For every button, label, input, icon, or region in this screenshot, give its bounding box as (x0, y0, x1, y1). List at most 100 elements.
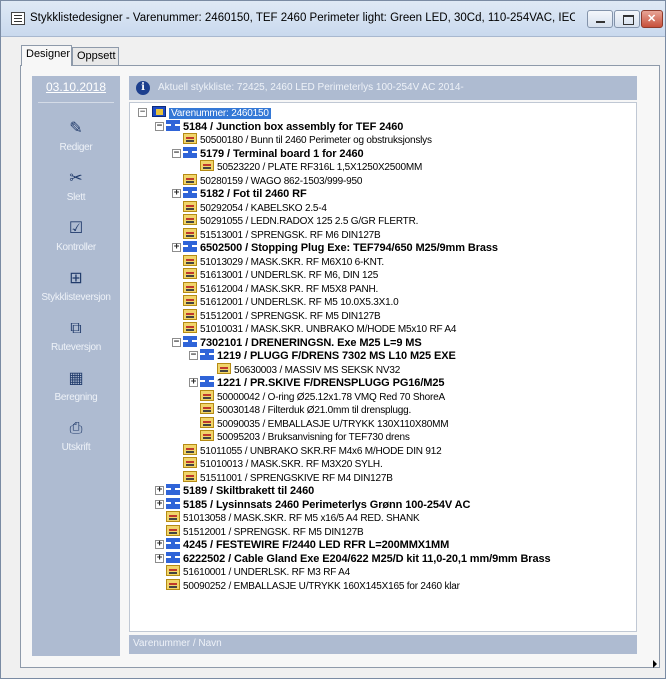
search-bar[interactable]: Varenummer / Navn (129, 635, 637, 654)
sidebar-item-label: Kontroller (56, 242, 96, 253)
tab-designer[interactable]: Designer (21, 45, 72, 66)
collapse-toggle[interactable]: − (138, 108, 147, 117)
close-button[interactable] (641, 10, 663, 28)
tree-row-label: 7302101 / DRENERINGSN. Exe M25 L=9 MS (200, 336, 422, 349)
tree-row-label: 51610001 / UNDERLSK. RF M3 RF A4 (183, 567, 351, 578)
designer-panel: 03.10.2018 ✎ Rediger ✂ Slett ☑ Kontrolle… (20, 65, 660, 668)
assembly-icon (183, 187, 197, 198)
tree-row-label: 4245 / FESTEWIRE F/2440 LED RFR L=200MMX… (183, 539, 450, 551)
search-label: Varenummer / Navn (133, 638, 222, 649)
sidebar-item-label: Ruteversjon (50, 342, 102, 353)
scroll-right-arrow[interactable] (653, 660, 657, 668)
part-icon (183, 443, 197, 455)
sidebar-item-ruteversjon[interactable]: ⧉ Ruteversjon (32, 320, 120, 364)
app-icon[interactable] (11, 12, 25, 25)
tree-row-label: 6502500 / Stopping Plug Exe: TEF794/650 … (200, 242, 498, 254)
tree-row-label: 50090252 / EMBALLASJE U/TRYKK 160X145X16… (183, 580, 460, 592)
tree-row-label: 51512001 / SPRENGSK. RF M5 DIN127B (200, 310, 381, 322)
sidebar-item-stykklisteversjon[interactable]: ⊞ Stykklisteversjon (32, 270, 120, 314)
info-icon: i (136, 81, 150, 95)
tree-row-label: 51612004 / MASK.SKR. RF M5X8 PANH. (200, 283, 379, 295)
part-icon (200, 160, 214, 171)
sidebar-item-kontroller[interactable]: ☑ Kontroller (32, 220, 120, 264)
sidebar-item-label: Beregning (54, 392, 98, 403)
expand-toggle[interactable]: + (172, 189, 181, 198)
delete-icon: ✂ (69, 170, 83, 187)
part-icon (183, 268, 197, 279)
maximize-button[interactable] (614, 10, 640, 28)
tree-row-label: 50090035 / EMBALLASJE U/TRYKK 130X110X80… (217, 418, 449, 430)
tree-row-label: 5179 / Terminal board 1 for 2460 (200, 147, 364, 160)
expand-toggle[interactable]: + (155, 486, 164, 495)
expand-toggle[interactable]: + (155, 499, 164, 509)
sidebar-item-label: Utskrift (61, 442, 91, 453)
tree-row-label: 50095203 / Bruksanvisning for TEF730 dre… (217, 432, 410, 443)
tree-row-label: 50280159 / WAGO 862-1503/999-950 (200, 175, 363, 187)
tree-row-label: 5184 / Junction box assembly for TEF 246… (183, 120, 404, 133)
assembly-icon (166, 551, 180, 563)
part-icon (200, 403, 214, 414)
tree-row-label: 5189 / Skiltbrakett til 2460 (183, 485, 315, 497)
part-icon (183, 214, 197, 225)
tree-row-label: 51011055 / UNBRAKO SKR.RF M4x6 M/HODE DI… (200, 445, 442, 457)
route-version-icon: ⧉ (70, 320, 82, 337)
expand-toggle[interactable]: + (172, 243, 181, 252)
root-item-icon (152, 106, 166, 117)
minimize-button[interactable] (587, 10, 613, 28)
assembly-icon (166, 484, 180, 495)
tree-row-label: 50292054 / KABELSKO 2.5-4 (200, 202, 327, 214)
tree-row-label: 1219 / PLUGG F/DRENS 7302 MS L10 M25 EXE (217, 350, 456, 362)
sidebar-item-utskrift[interactable]: ⎙ Utskrift (32, 420, 120, 464)
collapse-toggle[interactable]: − (189, 351, 198, 360)
current-bom-text: Aktuell stykkliste: 72425, 2460 LED Peri… (158, 82, 464, 93)
structure-version-icon: ⊞ (69, 270, 83, 287)
expand-toggle[interactable]: + (189, 378, 198, 387)
tree-row-label: 50630003 / MASSIV MS SEKSK NV32 (234, 364, 401, 376)
bom-tree[interactable]: − Varenummer: 2460150 − 5184 / Junction b… (129, 102, 637, 632)
sidebar-item-label: Stykklisteversjon (41, 292, 111, 303)
tab-oppsett[interactable]: Oppsett (72, 47, 119, 65)
part-icon (183, 457, 197, 468)
part-icon (183, 295, 197, 306)
sidebar-date-link[interactable]: 03.10.2018 (32, 80, 120, 94)
tree-row-label: 51013029 / MASK.SKR. RF M6X10 6-KNT. (200, 256, 384, 268)
window-title: Stykklistedesigner - Varenummer: 2460150… (30, 12, 575, 24)
calculator-icon: ▦ (68, 370, 84, 387)
part-icon (166, 511, 180, 522)
part-icon (166, 524, 180, 536)
part-icon (183, 470, 197, 482)
part-icon (183, 322, 197, 333)
tree-row-label: 51512001 / SPRENGSK. RF M5 DIN127B (183, 526, 364, 538)
collapse-toggle[interactable]: − (172, 337, 181, 347)
sidebar-item-rediger[interactable]: ✎ Rediger (32, 120, 120, 164)
part-icon (183, 281, 197, 293)
printer-icon: ⎙ (69, 420, 83, 437)
sidebar-divider (38, 102, 114, 103)
tree-row-label: 51010013 / MASK.SKR. RF M3X20 SYLH. (200, 459, 383, 470)
part-icon (200, 389, 214, 401)
sidebar-item-beregning[interactable]: ▦ Beregning (32, 370, 120, 414)
tree-row-label: 50291055 / LEDN.RADOX 125 2.5 G/GR FLERT… (200, 216, 419, 227)
part-icon (183, 308, 197, 320)
part-icon (166, 578, 180, 590)
assembly-icon (183, 241, 197, 252)
tree-row-label: 50030148 / Filterduk Ø21.0mm til drenspl… (217, 405, 412, 416)
app-window: Stykklistedesigner - Varenummer: 2460150… (0, 0, 666, 679)
collapse-toggle[interactable]: − (172, 148, 181, 158)
part-icon (200, 416, 214, 428)
assembly-icon (166, 497, 180, 509)
expand-toggle[interactable]: + (155, 553, 164, 563)
part-icon (183, 254, 197, 266)
tree-row-label: 51013058 / MASK.SKR. RF M5 x16/5 A4 RED.… (183, 513, 420, 524)
expand-toggle[interactable]: + (155, 540, 164, 549)
collapse-toggle[interactable]: − (155, 121, 164, 131)
tree-row-label: 50000042 / O-ring Ø25.12x1.78 VMQ Red 70… (217, 391, 445, 403)
part-icon (217, 362, 231, 374)
assembly-icon (200, 349, 214, 360)
tree-row-label: 50500180 / Bunn til 2460 Perimeter og ob… (200, 135, 432, 146)
sidebar-item-slett[interactable]: ✂ Slett (32, 170, 120, 214)
check-icon: ☑ (68, 220, 84, 237)
edit-icon: ✎ (69, 120, 83, 137)
tree-row-label: 5185 / Lysinnsats 2460 Perimeterlys Grøn… (183, 498, 471, 511)
tree-row-label: 6222502 / Cable Gland Exe E204/622 M25/D… (183, 552, 551, 565)
